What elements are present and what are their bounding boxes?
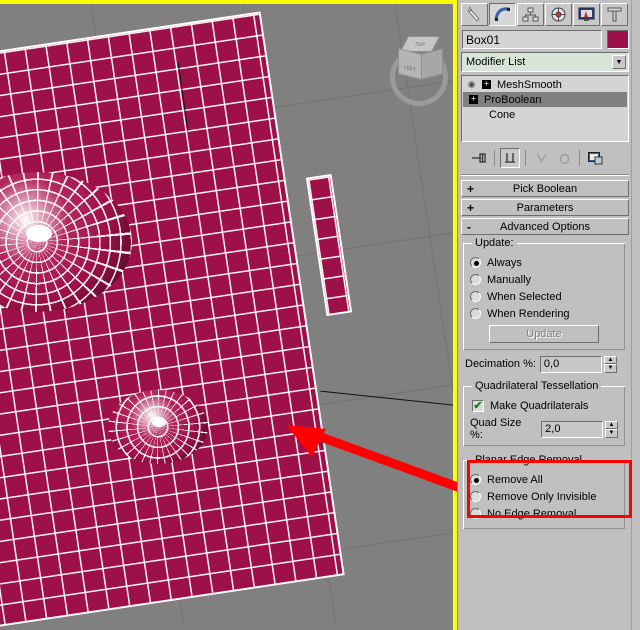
stack-item-label: MeshSmooth [497,78,562,91]
quad-group-title: Quadrilateral Tessellation [472,380,602,392]
stack-item-cone[interactable]: Cone [463,107,627,122]
update-group-title: Update: [472,237,517,249]
monitor-icon [578,7,595,21]
tab-display[interactable] [573,3,600,26]
radio-remove-all[interactable]: Remove All [470,471,618,488]
expand-plus-icon[interactable]: + [469,95,478,104]
object-color-swatch[interactable] [607,30,629,49]
radio-label: Remove All [487,473,543,486]
panel-scrollbar[interactable] [631,0,640,630]
magic-wand-icon [467,6,480,22]
cone-crater-lower [108,390,208,464]
rollout-expand-sign: + [467,200,475,215]
modifier-stack-toolbar [461,146,629,170]
radio-label: Manually [487,273,532,286]
panel-divider [461,174,629,176]
chevron-down-icon[interactable]: ▼ [612,55,626,69]
radio-always[interactable]: Always [470,254,618,271]
rollout-expand-sign: - [467,219,471,234]
view-cube-face-front[interactable]: LEFT [398,48,422,80]
radio-label: Always [487,256,522,269]
make-quadrilaterals-label: Make Quadrilaterals [490,400,589,412]
curve-icon [494,7,510,21]
radio-no-edge-removal[interactable]: No Edge Removal [470,505,618,522]
radio-button-icon[interactable] [470,274,481,285]
make-unique-icon[interactable] [531,148,551,168]
spinner-down-icon[interactable]: ▼ [603,364,617,373]
decimation-input[interactable]: 0,0 [539,355,602,373]
radio-when-selected[interactable]: When Selected [470,288,618,305]
rollout-expand-sign: + [467,181,475,196]
rollout-title: Pick Boolean [512,182,578,195]
expand-plus-icon[interactable]: + [482,80,491,89]
radio-button-icon[interactable] [470,257,481,268]
pin-stack-icon[interactable] [469,148,489,168]
spinner-up-icon[interactable]: ▲ [605,420,618,429]
radio-button-icon[interactable] [470,474,481,485]
app-root: TOP LEFT Box01 Modifier List ▼ ◉ + MeshS… [0,0,640,630]
radio-manually[interactable]: Manually [470,271,618,288]
quadrilateral-tessellation-group: Quadrilateral Tessellation ✔ Make Quadri… [463,380,625,446]
decimation-row: Decimation %: 0,0 ▲ ▼ [465,354,629,374]
wheel-icon [551,7,566,22]
stack-item-meshsmooth[interactable]: ◉ + MeshSmooth [463,77,627,92]
planar-group-title: Planar Edge Removal [472,454,586,466]
radio-button-icon[interactable] [470,508,481,519]
viewport-active-border-top [0,0,457,4]
configure-sets-icon[interactable] [585,148,605,168]
stack-item-label: ProBoolean [484,93,542,106]
make-quadrilaterals-row[interactable]: ✔ Make Quadrilaterals [472,397,618,415]
object-name-input[interactable]: Box01 [462,30,602,49]
spinner-up-icon[interactable]: ▲ [603,355,617,364]
view-cube-body[interactable]: TOP LEFT [398,36,444,80]
light-bulb-icon[interactable]: ◉ [465,79,478,90]
checkbox-icon[interactable]: ✔ [472,400,484,412]
tab-hierarchy[interactable] [517,3,544,26]
radio-when-rendering[interactable]: When Rendering [470,305,618,322]
quad-size-spinner[interactable]: ▲ ▼ [605,420,618,438]
quad-size-row: Quad Size %: 2,0 ▲ ▼ [470,417,618,441]
modifier-list-dropdown[interactable]: Modifier List ▼ [461,52,629,72]
object-name-row: Box01 [462,30,629,49]
radio-label: When Selected [487,290,562,303]
rollout-pick-boolean[interactable]: + Pick Boolean [461,180,629,197]
quad-size-label: Quad Size %: [470,417,522,441]
decimation-spinner[interactable]: ▲ ▼ [603,355,617,373]
rollout-title: Advanced Options [500,220,590,233]
modifier-stack[interactable]: ◉ + MeshSmooth + ProBoolean Cone [461,75,629,142]
show-end-result-icon[interactable] [500,148,520,168]
command-panel: Box01 Modifier List ▼ ◉ + MeshSmooth + P… [457,0,640,630]
viewport-perspective[interactable]: TOP LEFT [0,0,457,630]
radio-button-icon[interactable] [470,491,481,502]
hammer-icon [607,7,622,22]
radio-remove-only-invisible[interactable]: Remove Only Invisible [470,488,618,505]
tab-motion[interactable] [545,3,572,26]
quad-size-input[interactable]: 2,0 [541,420,604,438]
rollout-parameters[interactable]: + Parameters [461,199,629,216]
view-cube-face-side[interactable] [421,48,443,80]
radio-button-icon[interactable] [470,308,481,319]
stack-item-proboolean[interactable]: + ProBoolean [463,92,627,107]
radio-label: Remove Only Invisible [487,490,597,503]
tab-create[interactable] [461,3,488,26]
tab-utilities[interactable] [601,3,628,26]
radio-label: No Edge Removal [487,507,577,520]
rollout-advanced-options[interactable]: - Advanced Options [461,218,629,235]
radio-label: When Rendering [487,307,570,320]
modifier-list-label: Modifier List [466,56,526,68]
tab-modify[interactable] [489,3,516,26]
decimation-label: Decimation %: [465,358,536,370]
rollout-title: Parameters [516,201,574,214]
planar-edge-removal-group: Planar Edge Removal Remove All Remove On… [463,454,625,529]
update-group: Update: Always Manually When Selected Wh… [463,237,625,350]
update-button[interactable]: Update [489,325,599,343]
mesh-edge-strip [305,173,353,317]
view-cube[interactable]: TOP LEFT [388,32,457,106]
radio-button-icon[interactable] [470,291,481,302]
remove-modifier-icon[interactable] [554,148,574,168]
hierarchy-icon [522,7,539,22]
spinner-down-icon[interactable]: ▼ [605,429,618,438]
command-panel-tabs [461,0,629,26]
stack-item-label: Cone [489,108,516,121]
